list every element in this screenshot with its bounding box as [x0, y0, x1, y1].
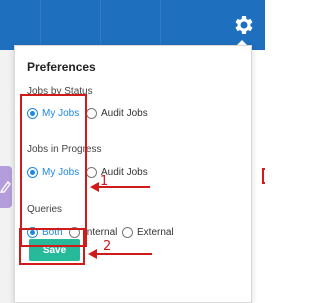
header-divider [160, 0, 161, 50]
queries-external-radio[interactable]: External [122, 227, 174, 238]
background-sidebar [0, 50, 14, 303]
annotation-box-save [19, 228, 85, 265]
radio-unselected-icon [86, 108, 97, 119]
app-header [0, 0, 265, 50]
annotation-edge-mark [262, 168, 265, 184]
radio-unselected-icon [86, 167, 97, 178]
annotation-marker-1: 1 [100, 174, 109, 189]
pencil-icon [0, 180, 11, 193]
annotation-arrow-1 [90, 182, 150, 192]
option-label: External [137, 227, 174, 238]
radio-unselected-icon [122, 227, 133, 238]
jobs-by-status-audit-jobs-radio[interactable]: Audit Jobs [86, 108, 148, 119]
option-label: Internal [84, 227, 118, 238]
gear-icon[interactable] [231, 13, 255, 37]
jobs-in-progress-audit-jobs-radio[interactable]: Audit Jobs [86, 167, 148, 178]
edit-tab[interactable] [0, 166, 12, 208]
annotation-box-options [20, 94, 87, 247]
panel-title: Preferences [27, 60, 96, 74]
annotation-arrow-2 [88, 249, 152, 259]
header-divider [100, 0, 101, 50]
header-divider [40, 0, 41, 50]
option-label: Audit Jobs [101, 108, 148, 119]
annotation-marker-2: 2 [103, 239, 112, 254]
